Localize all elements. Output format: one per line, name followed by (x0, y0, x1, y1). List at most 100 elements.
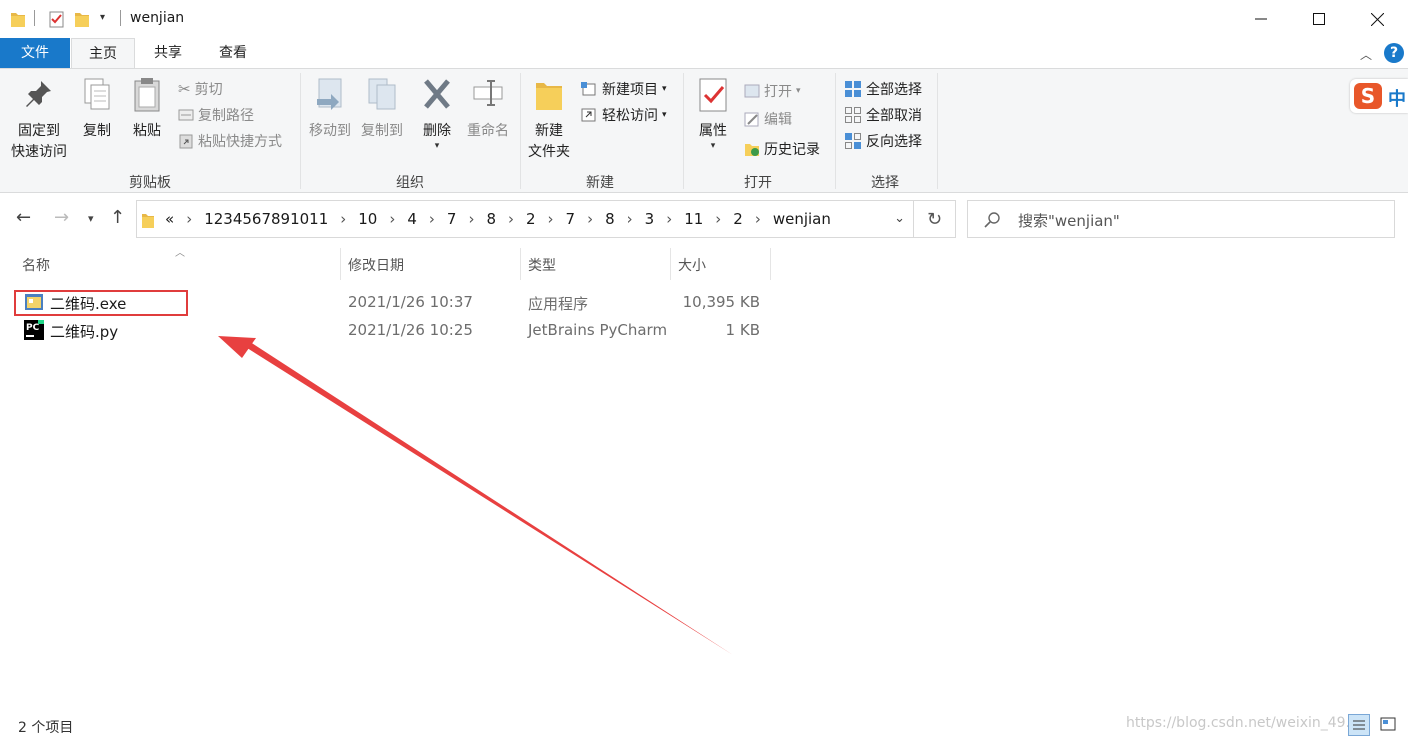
select-none-button[interactable]: 全部取消 (844, 105, 922, 125)
properties-quick-icon[interactable] (48, 9, 66, 29)
group-label-new: 新建 (586, 175, 614, 191)
cut-button[interactable]: ✂ 剪切 (178, 79, 223, 99)
ribbon-tabs: 文件 主页 共享 查看 ︿ ? (0, 38, 1408, 69)
properties-dropdown-icon[interactable]: ▾ (690, 142, 736, 151)
folder-icon (11, 13, 25, 27)
breadcrumb-item[interactable]: 7 (447, 210, 457, 228)
breadcrumb-item[interactable]: wenjian (773, 210, 831, 228)
folder-icon (142, 214, 154, 228)
details-view-icon (1353, 720, 1365, 730)
new-folder-button[interactable]: 新建 文件夹 (524, 77, 574, 163)
new-item-button[interactable]: 新建项目 ▾ (580, 79, 667, 99)
refresh-button[interactable]: ↻ (914, 200, 956, 238)
file-name: 二维码.py (50, 323, 119, 341)
easy-access-dropdown-icon: ▾ (662, 110, 667, 120)
details-view-button[interactable] (1348, 714, 1370, 736)
copy-to-button[interactable]: 复制到 (356, 77, 408, 142)
breadcrumb-item[interactable]: 2 (526, 210, 536, 228)
ime-toolbar[interactable]: S 中 (1350, 79, 1408, 113)
breadcrumb-item[interactable]: 8 (605, 210, 615, 228)
properties-button[interactable]: 属性 ▾ (690, 77, 736, 151)
minimize-button[interactable] (1232, 0, 1290, 38)
breadcrumb-separator-icon[interactable]: › (186, 210, 192, 228)
breadcrumb-item[interactable]: 8 (486, 210, 496, 228)
delete-button[interactable]: 删除 ▾ (416, 77, 458, 151)
new-folder-quick-icon[interactable] (74, 9, 90, 29)
breadcrumb-item[interactable]: 10 (358, 210, 377, 228)
close-icon (1370, 12, 1384, 26)
breadcrumb-item[interactable]: 4 (407, 210, 417, 228)
column-header-modified[interactable]: 修改日期 (348, 255, 404, 275)
breadcrumb-separator-icon[interactable]: › (548, 210, 554, 228)
select-all-button[interactable]: 全部选择 (844, 79, 922, 99)
highlight-box (14, 290, 188, 316)
large-icons-view-button[interactable] (1378, 714, 1400, 736)
pycharm-icon: PC (24, 320, 44, 340)
file-size: 10,395 KB (682, 293, 760, 311)
tab-file[interactable]: 文件 (0, 38, 70, 68)
help-icon[interactable]: ? (1384, 43, 1404, 63)
copy-path-button[interactable]: 复制路径 (178, 105, 254, 125)
breadcrumb-separator-icon[interactable]: › (468, 210, 474, 228)
maximize-button[interactable] (1290, 0, 1348, 38)
breadcrumb-separator-icon[interactable]: › (429, 210, 435, 228)
address-bar[interactable]: « › 1234567891011 › 10 › 4 › 7 › 8 › 2 › 7 › 8 › 3 › 11 › 2 › w… (136, 200, 914, 238)
history-button[interactable]: 历史记录 (744, 139, 820, 159)
open-icon (744, 84, 760, 98)
breadcrumb-item[interactable]: 1234567891011 (204, 210, 328, 228)
watermark-text: https://blog.csdn.net/weixin_49... (1126, 715, 1359, 731)
up-arrow-icon[interactable]: ↑ (110, 207, 125, 228)
edit-button[interactable]: 编辑 (744, 109, 792, 129)
open-button[interactable]: 打开 ▾ (744, 81, 801, 101)
paste-button[interactable]: 粘贴 (126, 77, 168, 142)
paste-shortcut-button[interactable]: 粘贴快捷方式 (178, 131, 282, 151)
breadcrumb-separator-icon[interactable]: › (340, 210, 346, 228)
invert-selection-button[interactable]: 反向选择 (844, 131, 922, 151)
breadcrumb-separator-icon[interactable]: › (755, 210, 761, 228)
breadcrumb-separator-icon[interactable]: › (389, 210, 395, 228)
breadcrumb-separator-icon[interactable]: › (627, 210, 633, 228)
search-placeholder: 搜索"wenjian" (1018, 212, 1120, 230)
maximize-icon (1313, 13, 1325, 25)
breadcrumb-separator-icon[interactable]: › (508, 210, 514, 228)
sort-ascending-icon: ︿ (175, 248, 185, 259)
rename-button[interactable]: 重命名 (462, 77, 514, 142)
copy-button[interactable]: 复制 (76, 77, 118, 142)
breadcrumb-item[interactable]: 7 (566, 210, 576, 228)
group-label-organize: 组织 (396, 175, 424, 191)
breadcrumb-overflow[interactable]: « (165, 210, 174, 228)
file-modified: 2021/1/26 10:37 (348, 293, 473, 311)
pin-quick-access-button[interactable]: 固定到 快速访问 (6, 77, 72, 163)
back-arrow-icon[interactable]: ← (16, 207, 31, 228)
forward-arrow-icon[interactable]: → (54, 207, 69, 228)
recent-locations-icon[interactable]: ▾ (88, 212, 94, 225)
breadcrumb-item[interactable]: 3 (645, 210, 655, 228)
copy-icon (84, 78, 110, 110)
tab-share[interactable]: 共享 (140, 38, 196, 68)
close-button[interactable] (1348, 0, 1406, 38)
edit-icon (744, 112, 759, 127)
navigation-bar: ← → ▾ ↑ « › 1234567891011 › 10 › 4 › 7 › 8 › 2 › 7 › 8 ›… (0, 193, 1408, 245)
breadcrumb-item[interactable]: 11 (684, 210, 703, 228)
column-header-name[interactable]: 名称 (22, 255, 50, 275)
file-row[interactable]: PC 二维码.py 2021/1/26 10:25 JetBrains PyCh… (0, 316, 800, 344)
group-label-open: 打开 (744, 175, 772, 191)
column-header-size[interactable]: 大小 (678, 255, 706, 275)
customize-quick-access-icon[interactable]: ▾ (100, 12, 105, 23)
delete-dropdown-icon[interactable]: ▾ (416, 142, 458, 151)
breadcrumb-item[interactable]: 2 (733, 210, 743, 228)
column-header-type[interactable]: 类型 (528, 255, 556, 275)
search-box[interactable]: 搜索"wenjian" (967, 200, 1395, 238)
tab-view[interactable]: 查看 (205, 38, 261, 68)
easy-access-button[interactable]: 轻松访问 ▾ (580, 105, 667, 125)
sogou-logo-icon: S (1354, 83, 1382, 109)
breadcrumb-separator-icon[interactable]: › (666, 210, 672, 228)
tab-home[interactable]: 主页 (71, 38, 135, 69)
scissors-icon: ✂ (178, 80, 191, 98)
address-dropdown-icon[interactable]: ⌄ (894, 211, 905, 226)
invert-selection-icon (845, 133, 861, 149)
collapse-ribbon-icon[interactable]: ︿ (1360, 46, 1372, 63)
breadcrumb-separator-icon[interactable]: › (715, 210, 721, 228)
move-to-button[interactable]: 移动到 (304, 77, 356, 142)
breadcrumb-separator-icon[interactable]: › (587, 210, 593, 228)
